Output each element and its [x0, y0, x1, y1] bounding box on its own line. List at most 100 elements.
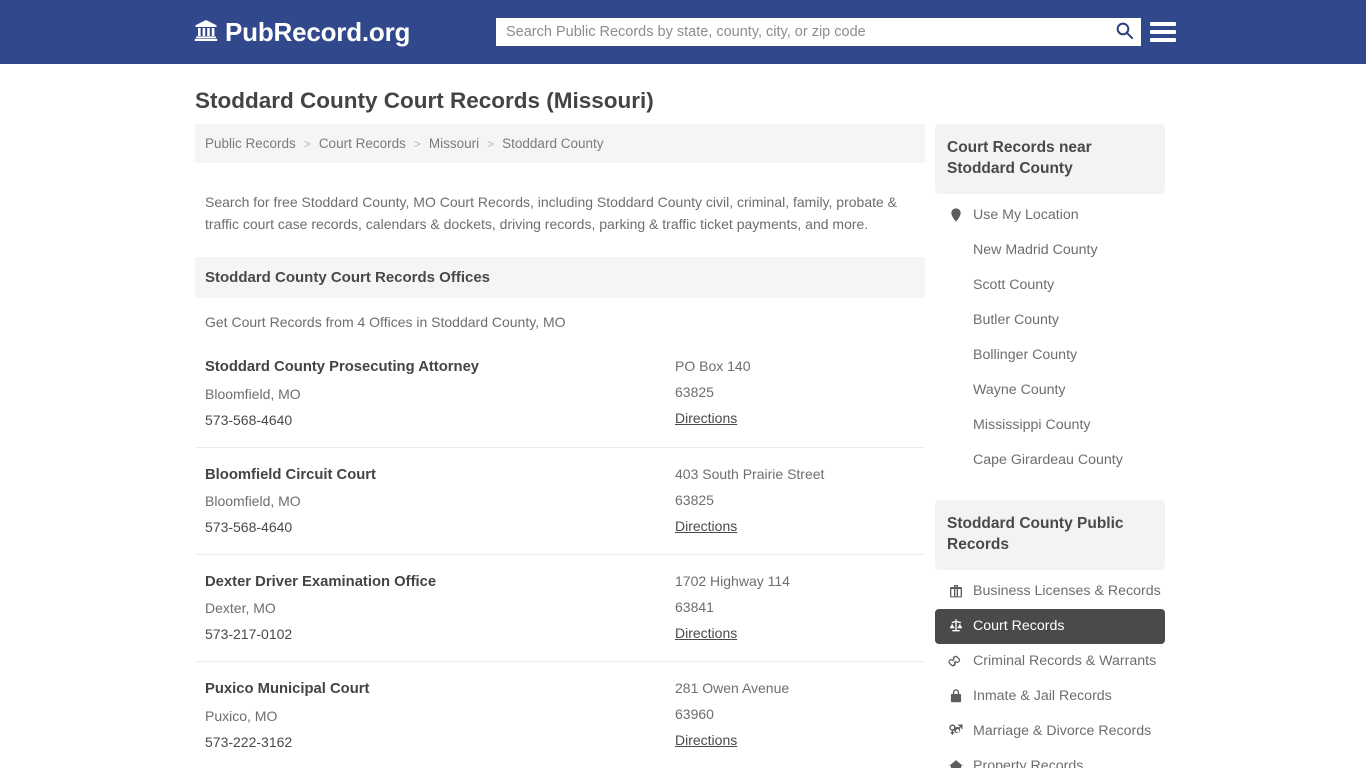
briefcase-icon — [947, 583, 964, 600]
office-name: Stoddard County Prosecuting Attorney — [205, 359, 480, 376]
sidebar-item-label: Court Records — [973, 618, 1065, 634]
sidebar-item-label: Business Licenses & Records — [973, 583, 1161, 599]
offices-section-subheading: Get Court Records from 4 Offices in Stod… — [205, 314, 566, 331]
office-name: Dexter Driver Examination Office — [205, 574, 437, 590]
sidebar-item-scott-county[interactable]: Scott County — [935, 268, 1165, 303]
no-icon-spacer — [947, 347, 964, 364]
office-row: Dexter Driver Examination Office Dexter, … — [195, 554, 925, 661]
office-right-column: 403 South Prairie Street 63825 Directions — [675, 462, 915, 540]
search-icon — [1115, 21, 1134, 43]
no-icon-spacer — [947, 452, 964, 469]
breadcrumb-separator: > — [487, 136, 495, 151]
sidebar-item-butler-county[interactable]: Butler County — [935, 303, 1165, 338]
sidebar-item-label: Marriage & Divorce Records — [973, 723, 1152, 739]
sidebar-item-property-records[interactable]: Property Records — [935, 749, 1165, 768]
office-zip: 63825 — [675, 491, 714, 508]
no-icon-spacer — [947, 277, 964, 294]
office-row: Bloomfield Circuit Court Bloomfield, MO 57… — [195, 446, 925, 554]
office-phone: 573-568-4640 — [205, 518, 293, 535]
directions-link[interactable]: Directions — [675, 727, 737, 753]
sidebar-item-cape-girardeau-county[interactable]: Cape Girardeau County — [935, 443, 1165, 478]
hamburger-menu-button[interactable] — [1150, 19, 1176, 45]
search-bar — [496, 18, 1141, 46]
sidebar-item-court-records[interactable]: Court Records — [935, 608, 1165, 644]
page-title: Stoddard County Court Records (Missouri) — [195, 88, 654, 113]
breadcrumb-separator: > — [303, 136, 311, 151]
sidebar-item-label: Bollinger County — [973, 347, 1078, 364]
sidebar-item-label: Use My Location — [973, 207, 1079, 224]
sidebar-item-label: Scott County — [973, 277, 1055, 294]
sidebar-item-new-madrid-county[interactable]: New Madrid County — [935, 233, 1165, 268]
offices-list: Stoddard County Prosecuting Attorney Bloo… — [195, 340, 925, 768]
public-records-list: Business Licenses & Records Court Records… — [935, 574, 1165, 768]
sidebar-item-label: Criminal Records & Warrants — [973, 653, 1157, 669]
directions-link[interactable]: Directions — [675, 513, 737, 539]
office-left-column: Dexter Driver Examination Office Dexter, … — [205, 569, 675, 647]
bank-building-icon — [194, 18, 218, 47]
office-city-state: Puxico, MO — [205, 707, 278, 724]
office-left-column: Puxico Municipal Court Puxico, MO 573-222-… — [205, 676, 675, 754]
sidebar-item-mississippi-county[interactable]: Mississippi County — [935, 408, 1165, 443]
site-logo[interactable]: PubRecord.org — [194, 17, 410, 48]
lock-icon — [947, 688, 964, 705]
office-left-column: Bloomfield Circuit Court Bloomfield, MO 57… — [205, 462, 675, 540]
office-address: 281 Owen Avenue — [675, 680, 790, 697]
no-icon-spacer — [947, 242, 964, 259]
office-zip: 63960 — [675, 706, 714, 723]
sidebar-item-criminal-records-and-warrants[interactable]: Criminal Records & Warrants — [935, 644, 1165, 679]
office-row: Puxico Municipal Court Puxico, MO 573-222-… — [195, 661, 925, 768]
no-icon-spacer — [947, 382, 964, 399]
office-phone: 573-217-0102 — [205, 626, 293, 643]
office-city-state: Bloomfield, MO — [205, 492, 301, 509]
breadcrumb: Public Records > Court Records > Missouri > St… — [195, 124, 925, 163]
office-address: 403 South Prairie Street — [675, 465, 825, 482]
no-icon-spacer — [947, 312, 964, 329]
hamburger-menu-icon — [1150, 30, 1176, 34]
sidebar-item-use-my-location[interactable]: Use My Location — [935, 198, 1165, 233]
sidebar-item-marriage-and-divorce-records[interactable]: Marriage & Divorce Records — [935, 714, 1165, 749]
site-logo-text: PubRecord.org — [225, 16, 411, 47]
scales-of-justice-icon — [947, 618, 964, 635]
office-name: Puxico Municipal Court — [205, 681, 370, 698]
breadcrumb-item-court-records[interactable]: Court Records — [319, 136, 406, 151]
directions-link[interactable]: Directions — [675, 405, 737, 431]
nearby-counties-list: Use My Location New Madrid County Scott Co… — [935, 198, 1165, 478]
no-icon-spacer — [947, 417, 964, 434]
gender-symbols-icon — [947, 723, 964, 740]
search-input[interactable] — [496, 18, 1107, 46]
office-address: 1702 Highway 114 — [675, 573, 790, 589]
directions-link[interactable]: Directions — [675, 620, 737, 646]
office-city-state: Dexter, MO — [205, 600, 276, 617]
location-pin-icon — [947, 207, 964, 224]
site-header: PubRecord.org — [0, 0, 1366, 64]
sidebar-item-label: New Madrid County — [973, 242, 1098, 259]
office-left-column: Stoddard County Prosecuting Attorney Bloo… — [205, 354, 675, 432]
office-right-column: PO Box 140 63825 Directions — [675, 354, 915, 432]
hamburger-menu-icon — [1150, 22, 1176, 26]
sidebar-item-business-licenses-and-records[interactable]: Business Licenses & Records — [935, 574, 1165, 609]
office-right-column: 1702 Highway 114 63841 Directions — [675, 569, 915, 647]
main-content: Public Records > Court Records > Missouri > St… — [195, 124, 925, 768]
office-address: PO Box 140 — [675, 358, 751, 375]
sidebar-item-label: Wayne County — [973, 382, 1066, 399]
sidebar-item-inmate-and-jail-records[interactable]: Inmate & Jail Records — [935, 679, 1165, 714]
office-phone: 573-568-4640 — [205, 411, 293, 428]
nearby-panel-title: Court Records near Stoddard County — [935, 124, 1165, 194]
sidebar-item-label: Cape Girardeau County — [973, 452, 1123, 469]
sidebar-item-bollinger-county[interactable]: Bollinger County — [935, 338, 1165, 373]
sidebar-item-label: Property Records — [973, 758, 1084, 768]
sidebar-item-label: Inmate & Jail Records — [973, 688, 1112, 704]
sidebar-item-label: Butler County — [973, 312, 1059, 329]
office-zip: 63841 — [675, 598, 714, 615]
house-icon — [947, 758, 964, 768]
office-row: Stoddard County Prosecuting Attorney Bloo… — [195, 340, 925, 446]
hamburger-menu-icon — [1150, 38, 1176, 42]
search-button[interactable] — [1107, 18, 1141, 46]
sidebar-item-label: Mississippi County — [973, 417, 1091, 434]
breadcrumb-item-missouri[interactable]: Missouri — [429, 136, 479, 151]
office-phone: 573-222-3162 — [205, 733, 293, 750]
office-name: Bloomfield Circuit Court — [205, 466, 376, 483]
breadcrumb-item-public-records[interactable]: Public Records — [205, 136, 296, 151]
sidebar-item-wayne-county[interactable]: Wayne County — [935, 373, 1165, 408]
